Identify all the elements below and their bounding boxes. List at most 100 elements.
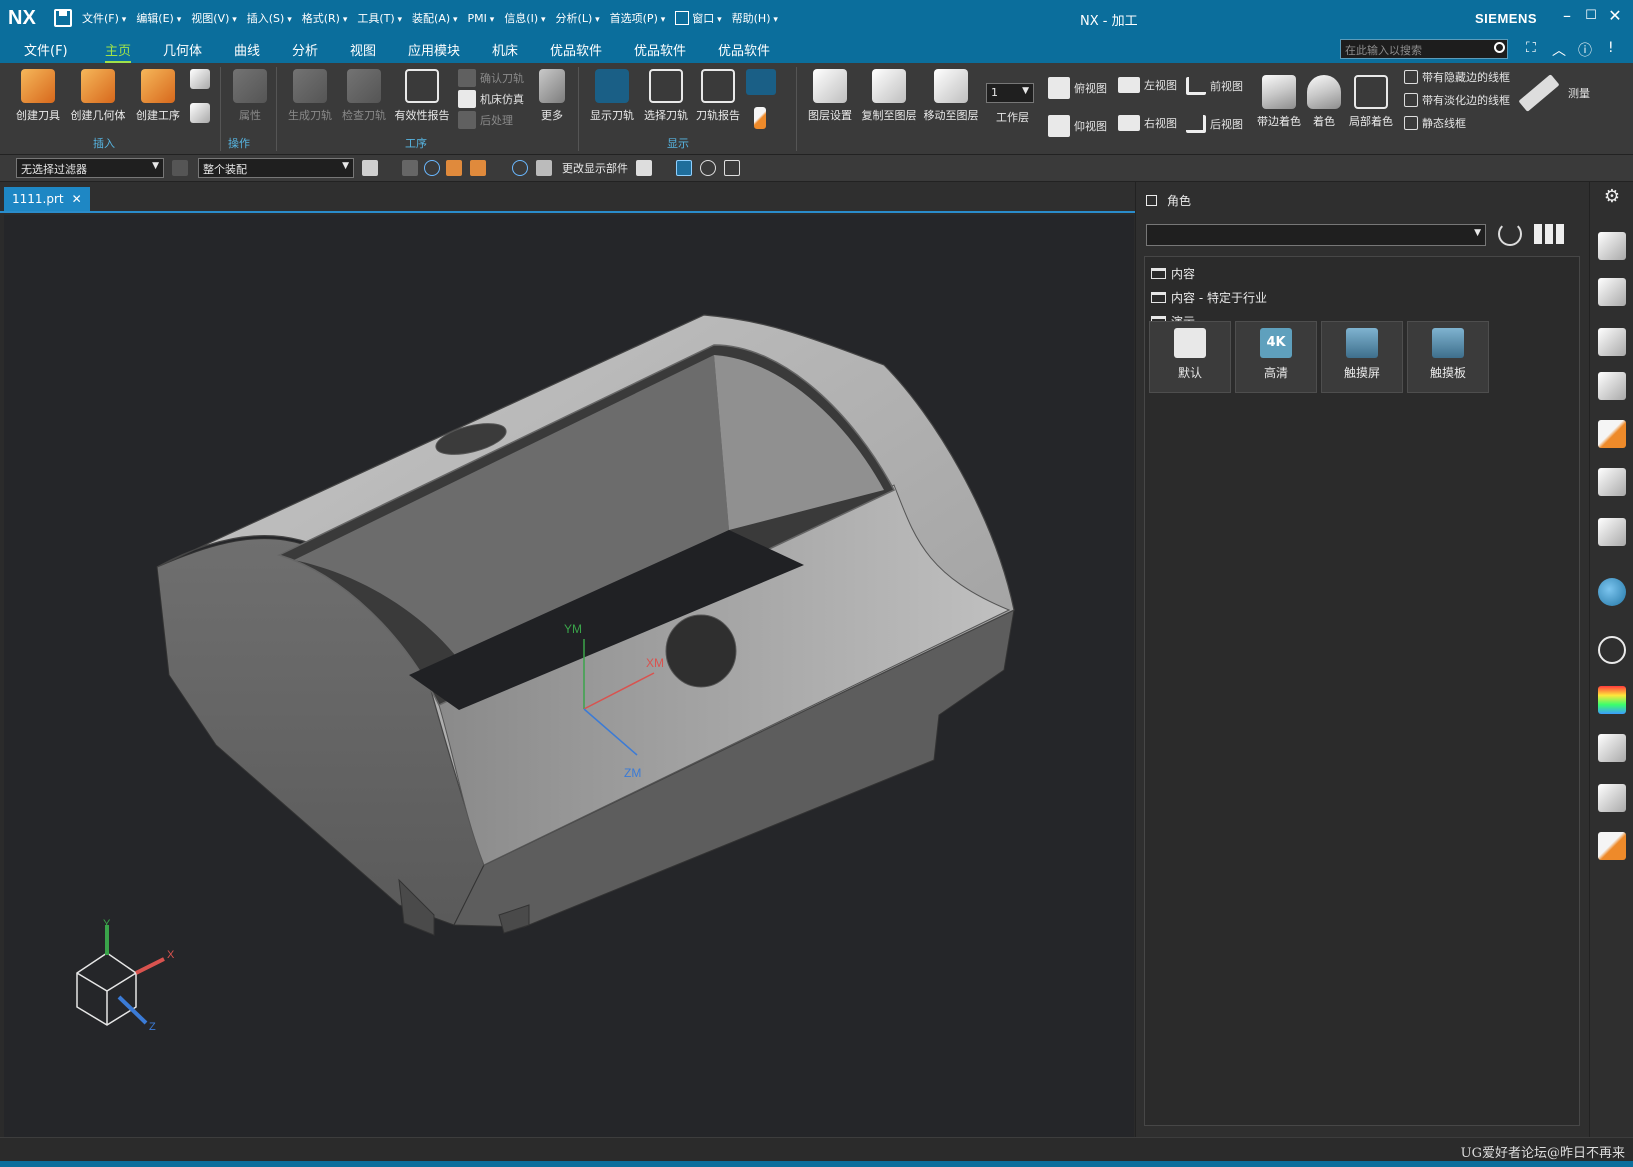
tab-file[interactable]: 文件(F) [24, 40, 68, 59]
show-icon[interactable] [700, 160, 716, 176]
panel-pin-icon[interactable] [1146, 195, 1157, 206]
toolpath-display-icon[interactable] [746, 69, 776, 95]
constraint-navigator-icon[interactable] [1598, 328, 1626, 356]
role-filter-select[interactable]: ▼ [1146, 224, 1486, 246]
display-toolpath-button[interactable]: 显示刀轨 [584, 67, 640, 123]
top-view-button[interactable]: 俯视图 [1048, 77, 1107, 99]
collapse-ribbon-icon[interactable]: ︿ [1552, 40, 1566, 60]
tab-curve[interactable]: 曲线 [234, 40, 260, 59]
help-icon[interactable]: ⓘ [1578, 40, 1592, 60]
select-all-icon[interactable] [402, 160, 418, 176]
body-icon[interactable] [446, 160, 462, 176]
move-to-layer-button[interactable]: 移动至图层 [920, 67, 982, 123]
settings-gear-icon[interactable]: ⚙ [1598, 186, 1626, 214]
menu-insert[interactable]: 插入(S) [247, 10, 292, 26]
component-icon[interactable] [536, 160, 552, 176]
wireframe-hidden-edges-button[interactable]: 带有隐藏边的线框 [1404, 69, 1510, 85]
create-method-icon[interactable] [190, 103, 210, 123]
tab-application[interactable]: 应用模块 [408, 40, 460, 59]
operation-navigator-icon[interactable] [1598, 420, 1626, 448]
role-touchscreen[interactable]: 触摸屏 [1321, 321, 1403, 393]
tab-youpin-2[interactable]: 优品软件 [634, 40, 686, 59]
palette-icon[interactable] [1598, 686, 1626, 714]
partial-shading-button[interactable]: 局部着色 [1342, 73, 1400, 129]
validity-report-button[interactable]: 有效性报告 [390, 67, 454, 123]
close-icon[interactable]: ✕ [1604, 6, 1626, 25]
menu-pmi[interactable]: PMI [468, 12, 495, 25]
copy-to-layer-button[interactable]: 复制至图层 [858, 67, 920, 123]
curve-icon[interactable] [512, 160, 528, 176]
shaded-button[interactable]: 着色 [1302, 73, 1346, 129]
search-icon[interactable] [1494, 42, 1505, 53]
close-tab-icon[interactable]: ✕ [72, 192, 82, 206]
toolpath-report-button[interactable]: 刀轨报告 [690, 67, 746, 123]
feature-icon[interactable] [424, 160, 440, 176]
role-hd[interactable]: 4K 高清 [1235, 321, 1317, 393]
document-tab[interactable]: 1111.prt ✕ [4, 187, 90, 211]
save-icon[interactable] [54, 9, 72, 27]
part-cube-icon[interactable] [636, 160, 652, 176]
menu-window[interactable]: 窗口 [692, 10, 721, 26]
menu-file[interactable]: 文件(F) [82, 10, 126, 26]
part-table-icon[interactable] [1598, 372, 1626, 400]
hide-icon[interactable] [724, 160, 740, 176]
view-mode-icon[interactable] [1534, 224, 1564, 244]
menu-help[interactable]: 帮助(H) [732, 10, 778, 26]
part-navigator-icon[interactable] [1598, 232, 1626, 260]
fullscreen-icon[interactable]: ⛶ [1526, 40, 1536, 56]
roles-icon[interactable] [1598, 784, 1626, 812]
create-operation-button[interactable]: 创建工序 [130, 67, 186, 123]
back-view-button[interactable]: 后视图 [1186, 115, 1243, 133]
command-search-input[interactable]: 在此输入以搜索 [1340, 39, 1508, 59]
left-view-button[interactable]: 左视图 [1118, 77, 1177, 93]
alert-icon[interactable]: ! [1608, 40, 1614, 56]
front-view-button[interactable]: 前视图 [1186, 77, 1243, 95]
measure-button[interactable]: 测量 [1518, 74, 1590, 112]
mcs-icon[interactable] [676, 160, 692, 176]
menu-analysis[interactable]: 分析(L) [556, 10, 600, 26]
create-geometry-button[interactable]: 创建几何体 [68, 67, 128, 123]
tab-view[interactable]: 视图 [350, 40, 376, 59]
menu-info[interactable]: 信息(I) [504, 10, 545, 26]
role-touchpad[interactable]: 触摸板 [1407, 321, 1489, 393]
assembly-navigator-icon[interactable] [1598, 278, 1626, 306]
tab-home[interactable]: 主页 [105, 40, 132, 63]
bottom-view-button[interactable]: 仰视图 [1048, 115, 1107, 137]
menu-preferences[interactable]: 首选项(P) [610, 10, 666, 26]
menu-edit[interactable]: 编辑(E) [136, 10, 181, 26]
create-tool-button[interactable]: 创建刀具 [10, 67, 66, 123]
snap-point-icon[interactable] [362, 160, 378, 176]
tab-analysis[interactable]: 分析 [292, 40, 318, 59]
create-program-icon[interactable] [190, 69, 210, 89]
machining-feature-icon[interactable] [1598, 518, 1626, 546]
static-wireframe-button[interactable]: 静态线框 [1404, 115, 1466, 131]
tab-youpin-1[interactable]: 优品软件 [550, 40, 602, 59]
type-filter-select[interactable]: 无选择过滤器 ▼ [16, 158, 164, 178]
refresh-icon[interactable] [1498, 222, 1522, 246]
tab-youpin-3[interactable]: 优品软件 [718, 40, 770, 59]
machine-simulation-button[interactable]: 机床仿真 [458, 90, 524, 108]
post-process-button[interactable]: 后处理 [458, 111, 513, 129]
folder-content[interactable]: 内容 [1151, 265, 1195, 282]
shaded-with-edges-button[interactable]: 带边着色 [1252, 73, 1306, 129]
change-display-part[interactable]: 更改显示部件 [562, 160, 628, 176]
work-layer-select[interactable]: 1 ▼ [986, 83, 1034, 103]
filter-reset-icon[interactable] [172, 160, 188, 176]
tab-machine[interactable]: 机床 [492, 40, 518, 59]
web-browser-icon[interactable] [1598, 578, 1626, 606]
tool-icon[interactable] [754, 107, 766, 129]
properties-button[interactable]: 属性 [222, 67, 278, 123]
history-icon[interactable] [1598, 636, 1626, 664]
maximize-icon[interactable]: ☐ [1580, 8, 1602, 23]
tab-geometry[interactable]: 几何体 [163, 40, 202, 59]
layer-settings-button[interactable]: 图层设置 [800, 67, 860, 123]
generate-toolpath-button[interactable]: 生成刀轨 [282, 67, 338, 123]
menu-format[interactable]: 格式(R) [302, 10, 348, 26]
menu-view[interactable]: 视图(V) [191, 10, 237, 26]
selection-scope-select[interactable]: 整个装配 ▼ [198, 158, 354, 178]
machine-navigator-icon[interactable] [1598, 468, 1626, 496]
role-default[interactable]: 默认 [1149, 321, 1231, 393]
face-icon[interactable] [470, 160, 486, 176]
confirm-toolpath-button[interactable]: 确认刀轨 [458, 69, 524, 87]
select-toolpath-button[interactable]: 选择刀轨 [638, 67, 694, 123]
